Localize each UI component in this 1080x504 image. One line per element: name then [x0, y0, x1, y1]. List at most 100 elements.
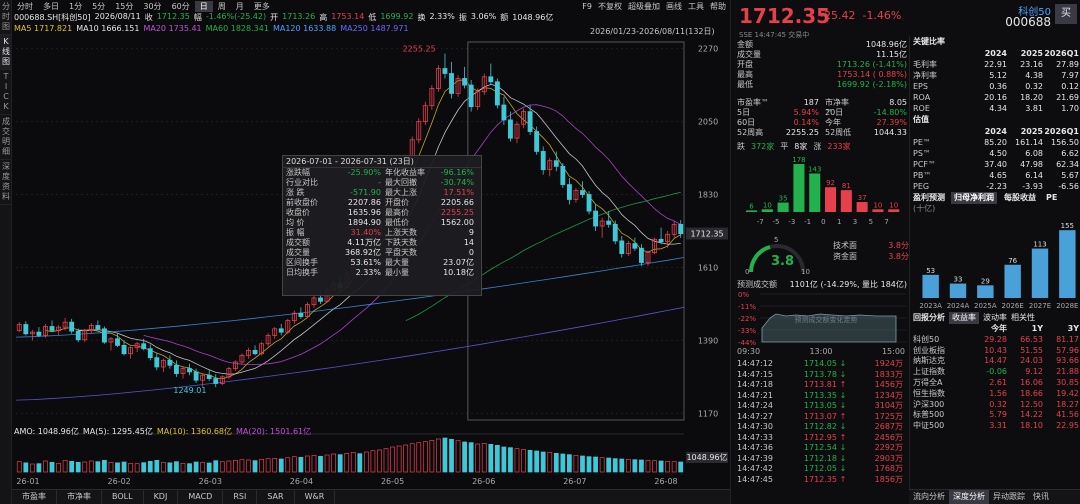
profit-bar-label: 2026E: [1002, 302, 1024, 310]
popup-row: 前收盘价 2207.86 开盘价 2205.66: [283, 198, 481, 208]
period-5[interactable]: 30分: [138, 1, 166, 12]
return-tab-0[interactable]: 收益率: [949, 312, 979, 324]
toolbar-item-0[interactable]: F9: [582, 2, 592, 11]
period-6[interactable]: 60分: [167, 1, 195, 12]
volume-bar: [547, 451, 553, 473]
indicator-tab-3[interactable]: KDJ: [144, 490, 179, 504]
period-1[interactable]: 多日: [38, 1, 64, 12]
period-2[interactable]: 1分: [64, 1, 87, 12]
side-tab-1[interactable]: K 线 图: [0, 35, 12, 70]
table-header-cell: 2026Q1: [1044, 127, 1079, 136]
profit-tab-0[interactable]: 归母净利润: [951, 192, 997, 204]
return-cell: 16.06: [1020, 377, 1043, 387]
return-tab-2[interactable]: 相关性: [1011, 312, 1035, 324]
table-cell: 4.65: [989, 171, 1007, 180]
volume-bar: [102, 459, 107, 473]
indicator-tab-0[interactable]: 市盈率: [12, 490, 57, 504]
tick-row[interactable]: 14:47:18 1713.81 ↑ 1456万: [737, 380, 905, 391]
analysis-tabs: 流向分析 深度分析 异动跟踪 快讯: [909, 489, 1080, 504]
volume-bar: [514, 448, 520, 473]
return-cell: 2.61: [989, 377, 1007, 387]
tick-price: 1712.82: [803, 422, 837, 431]
tick-row[interactable]: 14:47:27 1713.07 ↑ 1725万: [737, 412, 905, 423]
change-abs: -25.42: [820, 9, 856, 22]
min-annotation: 1249.01: [173, 386, 206, 395]
info-low-label: 低: [368, 13, 377, 22]
analysis-tab-1[interactable]: 深度分析: [949, 490, 989, 504]
profit-tab-1[interactable]: 每股收益: [1001, 192, 1039, 204]
tick-row[interactable]: 14:47:39 1712.18 ↓ 2903万: [737, 454, 905, 465]
fundamentals-column: 关键比率 2024 2025 2026Q1 毛利率 22.91 23.16 27.89 净利率…: [909, 36, 1080, 504]
return-tab-1[interactable]: 波动率: [983, 312, 1007, 324]
info-change-label: 幅: [193, 13, 202, 22]
tick-row[interactable]: 14:47:33 1712.95 ↑ 2456万: [737, 433, 905, 444]
dist-axis-label: 5: [869, 218, 873, 226]
profit-forecast-header: 盈利预测 归母净利润 每股收益 PE: [913, 192, 1080, 204]
volume-bar: [167, 462, 173, 473]
tick-row[interactable]: 14:47:12 1714.05 ↓ 1924万: [737, 359, 905, 370]
candle-body: [213, 378, 219, 384]
range-label: 2026/01/23-2026/08/11(132日): [590, 27, 715, 36]
period-4[interactable]: 15分: [110, 1, 138, 12]
indicator-tab-2[interactable]: BOLL: [102, 490, 144, 504]
toolbar-item-4[interactable]: 工具: [688, 1, 704, 12]
buy-button[interactable]: 买: [1055, 4, 1077, 24]
period-0[interactable]: 分时: [12, 1, 38, 12]
tick-row[interactable]: 14:47:45 1712.35 ↑ 1856万: [737, 475, 905, 486]
toolbar-item-3[interactable]: 画线: [666, 1, 682, 12]
quote-info-row: 000688.SH[科创50] 2026/08/11 收 1712.35 幅 -1.…: [14, 12, 553, 23]
analysis-tab-2[interactable]: 异动跟踪: [989, 490, 1029, 504]
profit-tab-2[interactable]: PE: [1043, 192, 1060, 204]
table-header-cell: 2026Q1: [1044, 49, 1079, 58]
period-10[interactable]: 更多: [249, 1, 275, 12]
stat2-cell: -14.80%: [873, 108, 907, 117]
indicator-tab-6[interactable]: SAR: [257, 490, 295, 504]
indicator-tab-1[interactable]: 市净率: [57, 490, 102, 504]
toolbar-item-5[interactable]: 帮助: [710, 1, 726, 12]
toolbar-item-2[interactable]: 超级叠加: [628, 1, 660, 12]
toolbar-item-1[interactable]: 不复权: [598, 1, 622, 12]
x-tick-label: 26-01: [16, 477, 39, 486]
stat2-cell: 5.94%: [793, 108, 819, 117]
return-cell: -0.06: [986, 367, 1007, 377]
tick-row[interactable]: 14:47:21 1713.35 ↓ 1234万: [737, 391, 905, 402]
table-cell: 5.12: [989, 71, 1007, 80]
side-tab-2[interactable]: T I C K: [0, 70, 12, 115]
indicator-tab-7[interactable]: W&R: [295, 490, 336, 504]
range-stats-popup[interactable]: 2026-07-01 - 2026-07-31 (23日) 涨跌幅 -25.90%…: [282, 155, 482, 296]
tick-price: 1713.81: [803, 380, 837, 389]
analysis-tab-0[interactable]: 流向分析: [909, 490, 949, 504]
tick-row[interactable]: 14:47:15 1713.78 ↓ 1833万: [737, 370, 905, 381]
candle-body: [553, 160, 559, 167]
volume-bar: [246, 459, 251, 473]
candle-body: [206, 374, 212, 379]
tick-volume: 2903万: [874, 453, 903, 463]
side-tab-0[interactable]: 分 时 图: [0, 0, 12, 35]
period-7[interactable]: 日: [194, 0, 213, 12]
candle-body: [252, 349, 258, 355]
tick-row[interactable]: 14:47:24 1713.05 ↓ 3104万: [737, 401, 905, 412]
period-8[interactable]: 周: [213, 1, 231, 12]
indicator-tab-5[interactable]: RSI: [223, 490, 258, 504]
tick-row[interactable]: 14:47:42 1712.05 ↓ 1768万: [737, 464, 905, 475]
return-row-label: 万得全A: [913, 377, 943, 387]
popup-value: 2.33%: [355, 268, 381, 277]
volume-bar: [658, 460, 664, 473]
period-3[interactable]: 5分: [87, 1, 110, 12]
fund-score: 3.8分: [888, 252, 909, 261]
table-cell: 27.89: [1056, 60, 1079, 69]
tick-row[interactable]: 14:47:36 1712.54 ↓ 2292万: [737, 443, 905, 454]
tick-row[interactable]: 14:47:30 1712.82 ↓ 2687万: [737, 422, 905, 433]
dist-bar: [777, 202, 789, 212]
period-9[interactable]: 月: [231, 1, 249, 12]
ma-legend-2: MA20 1735.41: [143, 24, 202, 33]
last-price: 1712.35: [739, 4, 831, 28]
dist-value: 10: [889, 201, 898, 209]
side-tab-3[interactable]: 成 交 明 细: [0, 115, 12, 160]
dist-bar: [825, 187, 837, 212]
indicator-tab-4[interactable]: MACD: [178, 490, 224, 504]
tick-list[interactable]: 14:47:12 1714.05 ↓ 1924万 14:47:15 1713.78 ↓ 183…: [737, 359, 905, 485]
analysis-tab-3[interactable]: 快讯: [1029, 490, 1053, 504]
table-row: 净利率 5.12 4.38 7.97: [913, 70, 1080, 81]
side-tab-4[interactable]: 深 度 资 料: [0, 160, 12, 205]
